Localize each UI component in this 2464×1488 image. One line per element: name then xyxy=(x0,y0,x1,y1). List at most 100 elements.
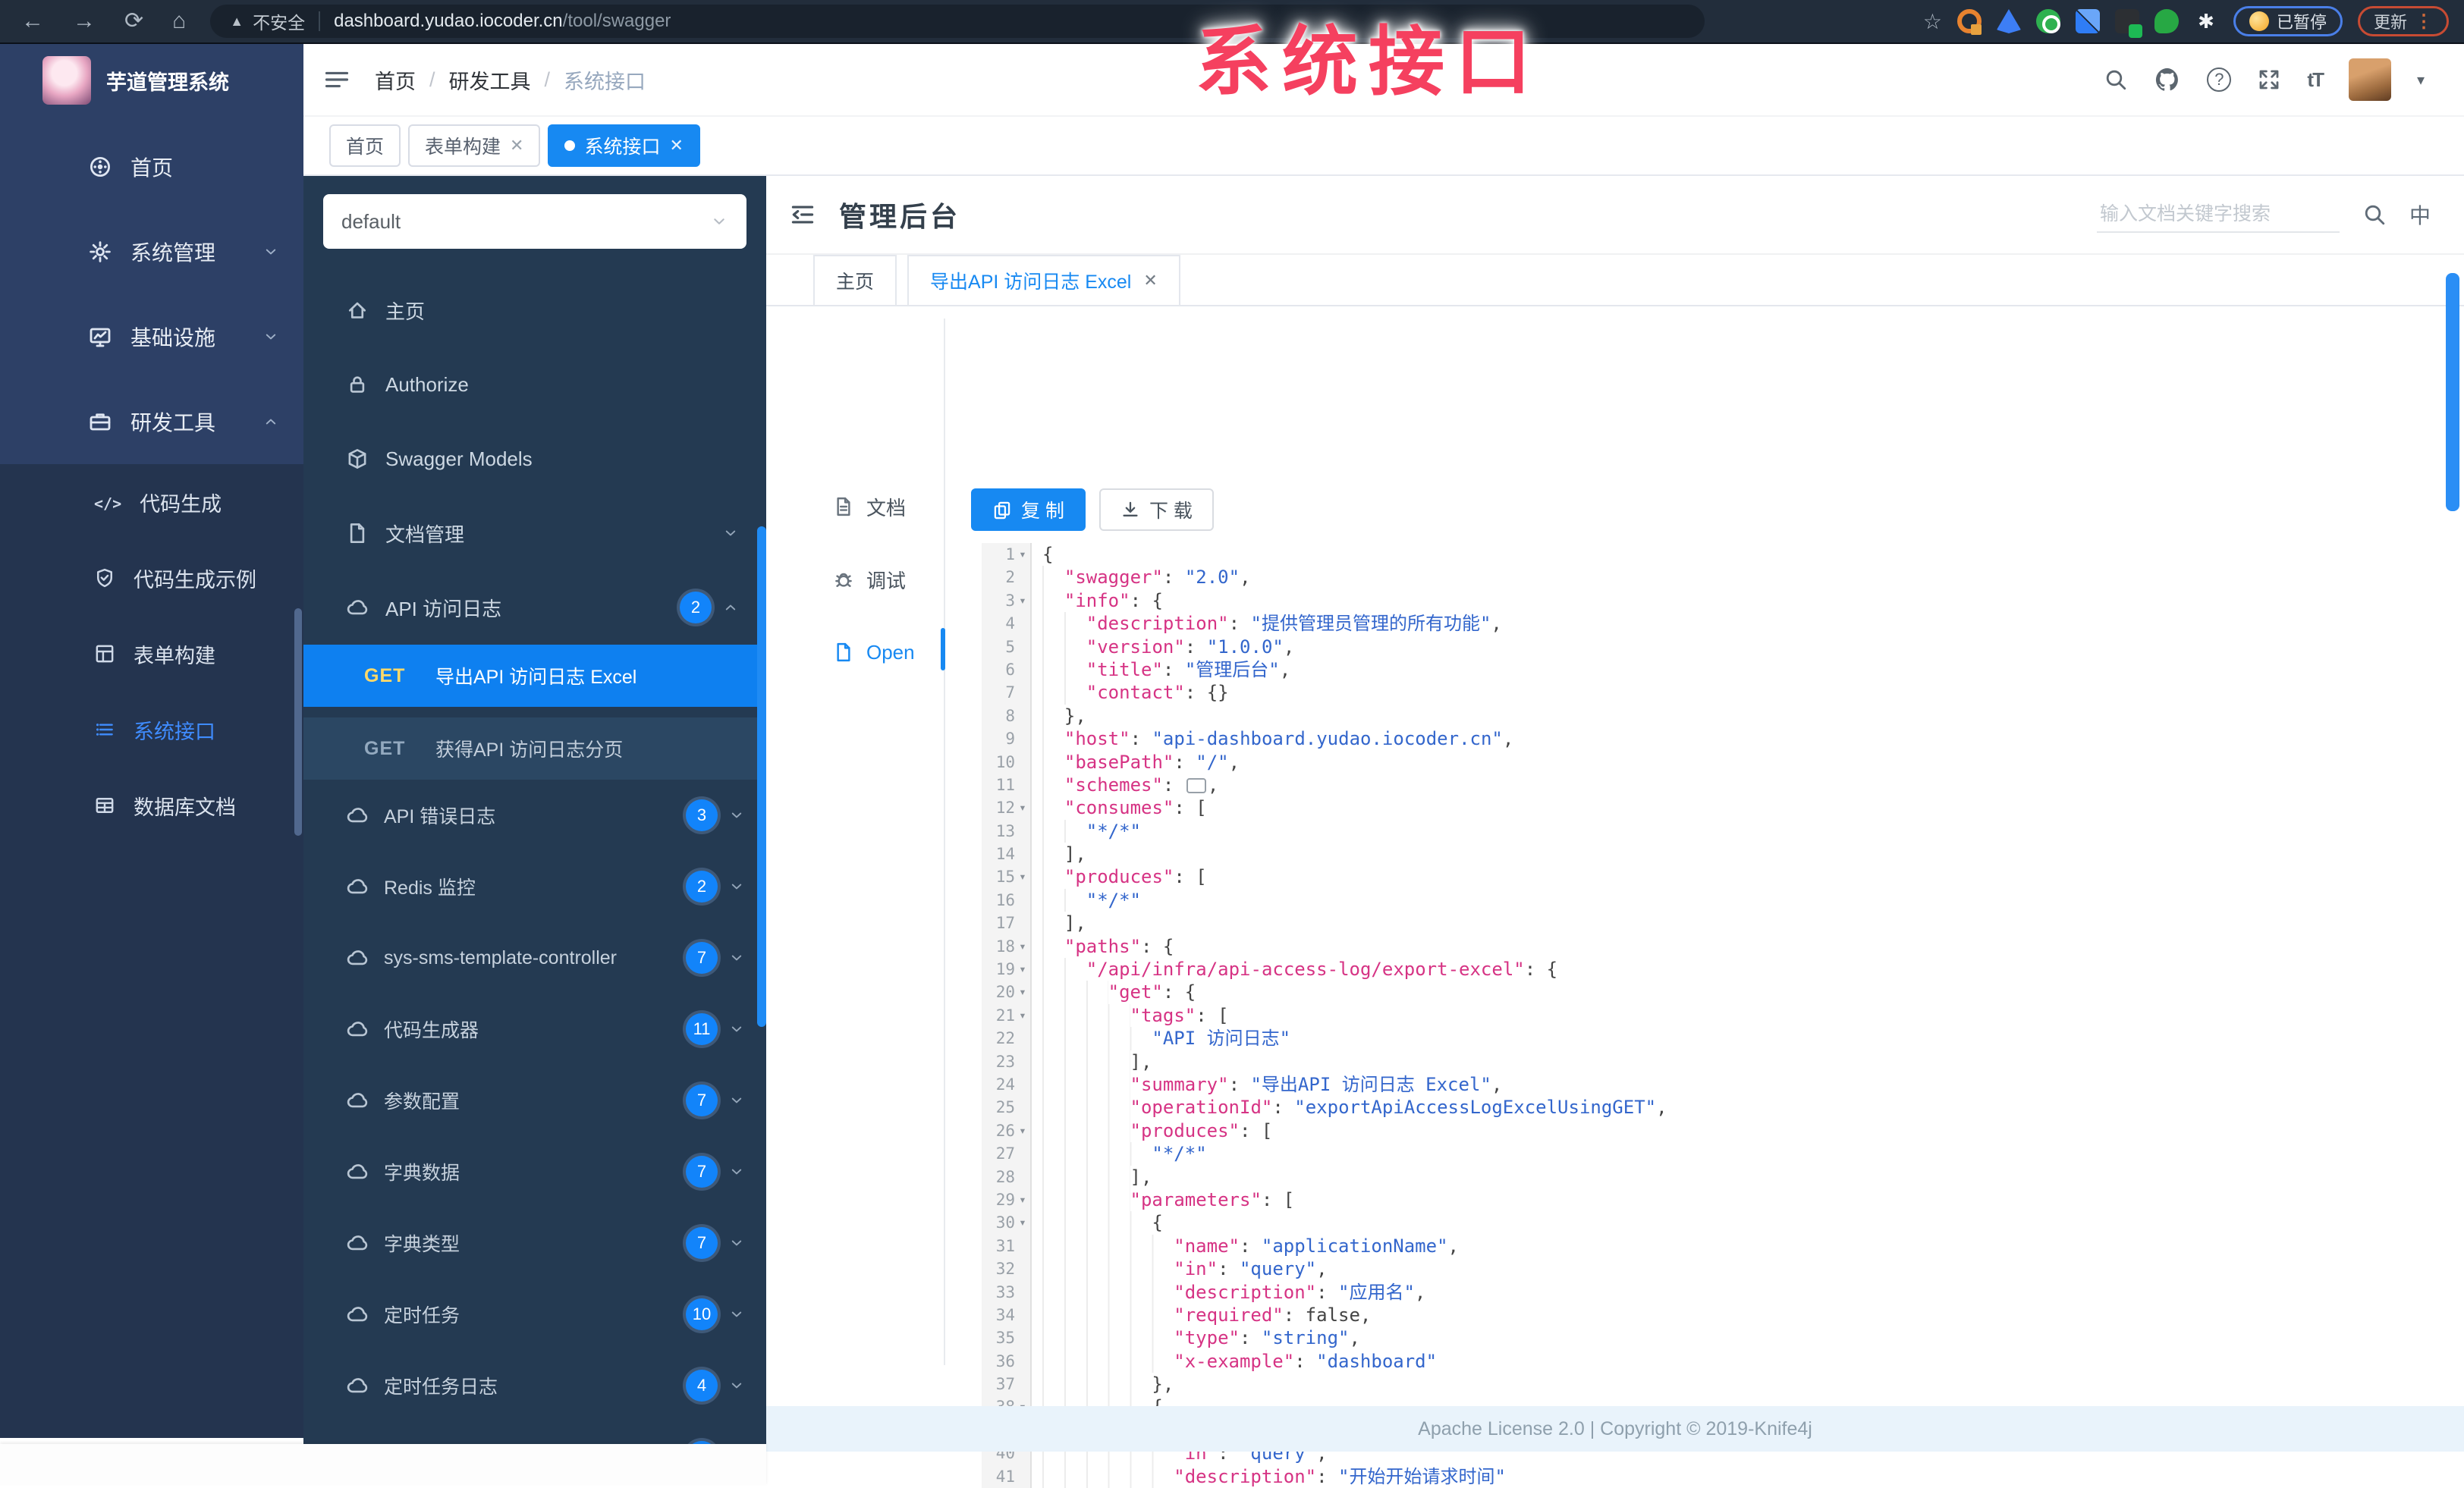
line-gutter[interactable]: 25 xyxy=(982,1096,1032,1119)
search-icon[interactable] xyxy=(2104,67,2128,92)
line-gutter[interactable]: 15 ▾ xyxy=(982,865,1032,889)
line-gutter[interactable]: 17 xyxy=(982,912,1032,935)
sidebar-item-系统管理[interactable]: 系统管理 xyxy=(0,209,303,294)
sidebar-subitem-代码生成示例[interactable]: 代码生成示例 xyxy=(0,540,303,616)
operation-导出API 访问日志 Excel[interactable]: GET 导出API 访问日志 Excel xyxy=(303,645,766,707)
controller-定时任务日志[interactable]: 定时任务日志 4 xyxy=(303,1350,766,1421)
tag-系统接口[interactable]: 系统接口 ✕ xyxy=(548,124,700,167)
fold-arrow-icon[interactable]: ▾ xyxy=(1015,981,1030,1003)
line-gutter[interactable]: 13 xyxy=(982,819,1032,843)
doc-nav-文档[interactable]: 文档 xyxy=(766,484,944,529)
line-gutter[interactable]: 24 xyxy=(982,1072,1032,1097)
line-gutter[interactable]: 37 xyxy=(982,1373,1032,1396)
refresh-icon[interactable]: ⟳ xyxy=(124,10,143,33)
bookmark-star-icon[interactable]: ☆ xyxy=(1923,9,1942,34)
expand-icon[interactable] xyxy=(2257,67,2281,92)
blue-grid-extension-icon[interactable] xyxy=(2075,9,2100,33)
github-icon[interactable] xyxy=(2154,66,2181,93)
operation-获得API 访问日志分页[interactable]: GET 获得API 访问日志分页 xyxy=(303,717,766,780)
swagger-menu-item-Authorize[interactable]: Authorize xyxy=(303,347,766,422)
controller-字典数据[interactable]: 字典数据 7 xyxy=(303,1136,766,1207)
close-icon[interactable]: ✕ xyxy=(1143,271,1157,290)
browser-menu-icon[interactable]: ⋮ xyxy=(2415,11,2433,33)
line-gutter[interactable]: 9 xyxy=(982,727,1032,751)
sidebar-subitem-系统接口[interactable]: 系统接口 xyxy=(0,692,303,768)
back-icon[interactable]: ← xyxy=(21,10,44,33)
language-toggle-icon[interactable]: 中 xyxy=(2409,199,2431,230)
line-gutter[interactable]: 36 xyxy=(982,1349,1032,1373)
line-gutter[interactable]: 26 ▾ xyxy=(982,1119,1032,1143)
swagger-menu-item-Swagger Models[interactable]: Swagger Models xyxy=(303,422,766,496)
fold-arrow-icon[interactable]: ▾ xyxy=(1015,1119,1030,1142)
close-icon[interactable]: ✕ xyxy=(510,136,523,155)
line-gutter[interactable]: 19 ▾ xyxy=(982,958,1032,981)
api-group-select[interactable]: default xyxy=(323,194,746,249)
avatar[interactable] xyxy=(2348,58,2391,101)
download-button[interactable]: 下 载 xyxy=(1098,488,1214,531)
browser-update-button[interactable]: 更新 ⋮ xyxy=(2357,6,2449,36)
sidebar-subitem-数据库文档[interactable]: 数据库文档 xyxy=(0,768,303,843)
forward-icon[interactable]: → xyxy=(73,10,96,33)
line-gutter[interactable]: 31 xyxy=(982,1234,1032,1258)
line-gutter[interactable]: 3 ▾ xyxy=(982,589,1032,613)
line-gutter[interactable]: 7 xyxy=(982,681,1032,705)
copy-button[interactable]: 复 制 xyxy=(971,488,1086,531)
swagger-menu-item-文档管理[interactable]: 文档管理 xyxy=(303,496,766,570)
line-gutter[interactable]: 11 xyxy=(982,773,1032,797)
line-gutter[interactable]: 8 xyxy=(982,704,1032,728)
green-leaf-extension-icon[interactable] xyxy=(2154,9,2179,33)
controller-sys-sms-template-controller[interactable]: sys-sms-template-controller 7 xyxy=(303,922,766,994)
sidebar-item-首页[interactable]: 首页 xyxy=(0,124,303,209)
fold-arrow-icon[interactable]: ▾ xyxy=(1015,935,1030,958)
line-gutter[interactable]: 29 ▾ xyxy=(982,1188,1032,1212)
browser-home-icon[interactable]: ⌂ xyxy=(172,10,186,33)
swagger-sidebar-scrollbar[interactable] xyxy=(757,526,766,1027)
tab-主页[interactable]: 主页 xyxy=(813,255,897,305)
tag-表单构建[interactable]: 表单构建 ✕ xyxy=(408,124,541,167)
collapsed-array-box[interactable] xyxy=(1186,777,1206,793)
line-gutter[interactable]: 23 xyxy=(982,1050,1032,1073)
line-gutter[interactable]: 4 xyxy=(982,612,1032,636)
controller-API 错误日志[interactable]: API 错误日志 3 xyxy=(303,780,766,851)
json-code-editor[interactable]: 1 ▾{2 "swagger": "2.0", 3 ▾ "info": {4 "descri… xyxy=(982,543,1667,1488)
doc-search-input[interactable] xyxy=(2096,196,2340,233)
line-gutter[interactable]: 30 ▾ xyxy=(982,1211,1032,1235)
line-gutter[interactable]: 10 xyxy=(982,750,1032,774)
controller-参数配置[interactable]: 参数配置 7 xyxy=(303,1065,766,1136)
line-gutter[interactable]: 21 ▾ xyxy=(982,1003,1032,1028)
sidebar-item-研发工具[interactable]: 研发工具 xyxy=(0,379,303,464)
line-gutter[interactable]: 2 xyxy=(982,566,1032,589)
line-gutter[interactable]: 22 xyxy=(982,1027,1032,1050)
fold-arrow-icon[interactable]: ▾ xyxy=(1015,796,1030,819)
tab-导出API 访问日志 Excel[interactable]: 导出API 访问日志 Excel ✕ xyxy=(907,255,1180,305)
line-gutter[interactable]: 33 xyxy=(982,1280,1032,1304)
collapse-menu-icon[interactable] xyxy=(789,201,816,228)
sidebar-item-基础设施[interactable]: 基础设施 xyxy=(0,294,303,379)
doc-nav-Open[interactable]: Open xyxy=(766,629,944,675)
line-gutter[interactable]: 35 xyxy=(982,1326,1032,1350)
font-size-icon[interactable]: tT xyxy=(2307,68,2324,92)
line-gutter[interactable]: 34 xyxy=(982,1303,1032,1327)
app-logo[interactable]: 芋道管理系统 xyxy=(0,44,303,117)
orange-ring-extension-icon[interactable] xyxy=(1956,9,1982,35)
fold-arrow-icon[interactable]: ▾ xyxy=(1015,589,1030,612)
controller-定时任务[interactable]: 定时任务 10 xyxy=(303,1279,766,1350)
fold-arrow-icon[interactable]: ▾ xyxy=(1015,543,1030,566)
blue-drop-extension-icon[interactable] xyxy=(1996,9,2021,33)
line-gutter[interactable]: 14 xyxy=(982,843,1032,866)
green-circle-extension-icon[interactable] xyxy=(2035,9,2060,33)
line-gutter[interactable]: 27 xyxy=(982,1142,1032,1166)
close-icon[interactable]: ✕ xyxy=(669,136,683,155)
sidebar-toggle-icon[interactable] xyxy=(323,66,350,93)
white-puzzle-extension-icon[interactable]: ✱ xyxy=(2194,9,2218,33)
horizontal-scrollbar-track[interactable] xyxy=(0,1444,766,1485)
tag-首页[interactable]: 首页 xyxy=(329,124,401,167)
line-gutter[interactable]: 5 xyxy=(982,635,1032,658)
page-scrollbar[interactable] xyxy=(2446,273,2459,511)
dark-green-extension-icon[interactable] xyxy=(2114,9,2142,38)
paused-extension-pill[interactable]: 已暂停 xyxy=(2233,6,2343,36)
line-gutter[interactable]: 16 xyxy=(982,888,1032,912)
controller-Redis 监控[interactable]: Redis 监控 2 xyxy=(303,851,766,922)
breadcrumb-item[interactable]: 研发工具 xyxy=(449,65,531,95)
line-gutter[interactable]: 41 xyxy=(982,1464,1032,1488)
